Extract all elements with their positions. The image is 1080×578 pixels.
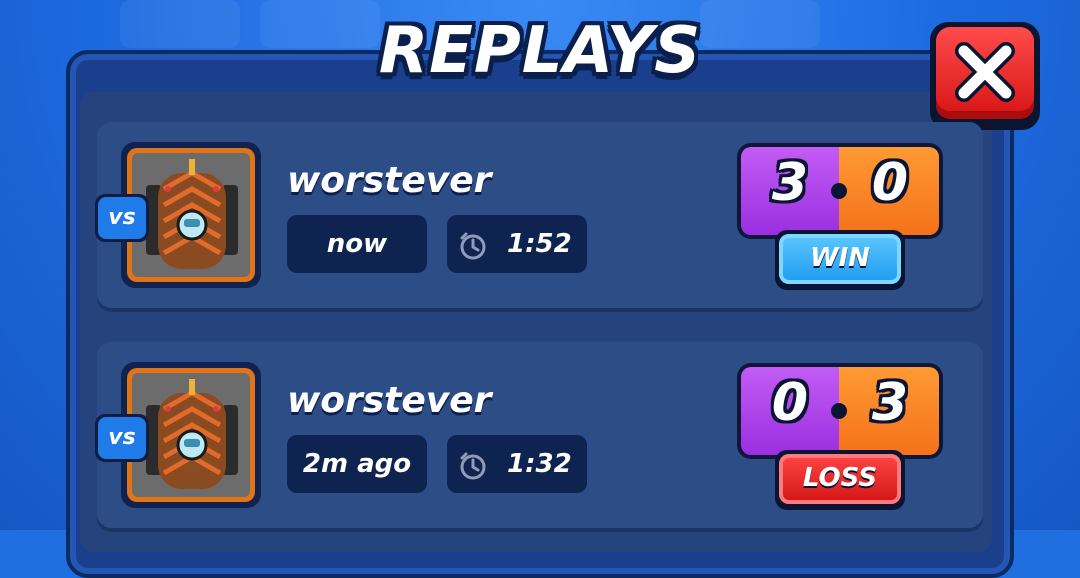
result-badge-loss: LOSS (775, 450, 905, 510)
close-button[interactable] (930, 22, 1040, 130)
score-board: 3 0 (737, 143, 943, 239)
close-x-icon (955, 42, 1015, 102)
score-right: 3 (871, 373, 909, 433)
vs-badge: vs (95, 414, 149, 462)
score-right: 0 (871, 153, 909, 213)
page-title: REPLAYS (378, 14, 702, 88)
tank-icon (146, 379, 238, 489)
duration-value: 1:52 (507, 229, 572, 259)
score-left: 3 (771, 153, 809, 213)
duration-value: 1:32 (507, 449, 572, 479)
result-badge-win: WIN (775, 230, 905, 290)
score-separator (831, 183, 847, 199)
time-ago-pill: now (287, 215, 427, 273)
vs-badge: vs (95, 194, 149, 242)
score-separator (831, 403, 847, 419)
score-board: 0 3 (737, 363, 943, 459)
stopwatch-icon (460, 452, 486, 480)
stopwatch-icon (460, 232, 486, 260)
time-ago-pill: 2m ago (287, 435, 427, 493)
player-name: worstever (287, 380, 492, 421)
duration-pill: 1:52 (447, 215, 587, 273)
score-left: 0 (771, 373, 809, 433)
replay-card[interactable]: vs worstever 2m ago 1:32 0 3 LOSS (95, 342, 983, 528)
replay-card[interactable]: vs worstever now 1:52 3 0 WIN (95, 122, 983, 308)
duration-pill: 1:32 (447, 435, 587, 493)
player-name: worstever (287, 160, 492, 201)
tank-icon (146, 159, 238, 269)
